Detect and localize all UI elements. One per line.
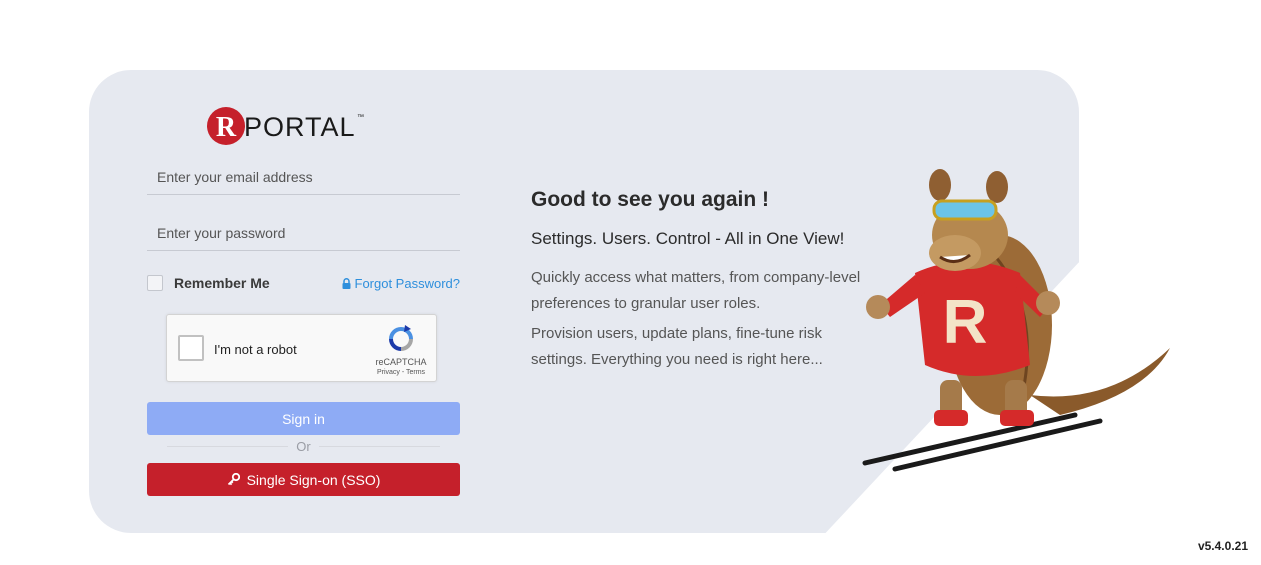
logo-letter: R <box>216 112 237 143</box>
armadillo-mascot-illustration: R <box>862 169 1170 472</box>
logo-text: PORTAL <box>244 112 356 142</box>
logo-trademark: ™ <box>357 114 364 121</box>
recaptcha-icon <box>389 325 413 351</box>
recaptcha-widget: I'm not a robot reCAPTCHA Privacy - Term… <box>166 314 437 382</box>
version-label: v5.4.0.21 <box>1197 539 1248 553</box>
key-icon <box>227 473 240 486</box>
recaptcha-label: I'm not a robot <box>214 342 297 357</box>
or-divider: Or <box>147 438 460 454</box>
or-label: Or <box>288 438 319 454</box>
welcome-paragraph-2: Provision users, update plans, fine-tune… <box>531 325 823 368</box>
rportal-logo: R PORTAL ™ <box>207 107 364 145</box>
sign-in-button[interactable]: Sign in <box>147 402 460 435</box>
forgot-password-label: Forgot Password? <box>354 276 461 291</box>
forgot-password-link[interactable]: Forgot Password? <box>342 276 461 291</box>
sso-button[interactable]: Single Sign-on (SSO) <box>147 463 460 496</box>
sweater-letter: R <box>943 288 988 357</box>
remember-me-checkbox[interactable] <box>147 275 163 291</box>
email-input[interactable] <box>147 159 460 195</box>
welcome-subheadline: Settings. Users. Control - All in One Vi… <box>531 229 845 248</box>
recaptcha-links[interactable]: Privacy - Terms <box>367 369 435 376</box>
password-input[interactable] <box>147 215 460 251</box>
sso-label: Single Sign-on (SSO) <box>246 471 381 488</box>
remember-me-label: Remember Me <box>174 275 270 291</box>
welcome-headline: Good to see you again ! <box>531 188 770 211</box>
welcome-paragraph-1: Quickly access what matters, from compan… <box>531 269 861 312</box>
recaptcha-brand: reCAPTCHA <box>375 357 427 367</box>
remember-me[interactable]: Remember Me <box>147 275 270 291</box>
recaptcha-checkbox[interactable] <box>178 335 204 361</box>
lock-icon <box>342 278 350 289</box>
